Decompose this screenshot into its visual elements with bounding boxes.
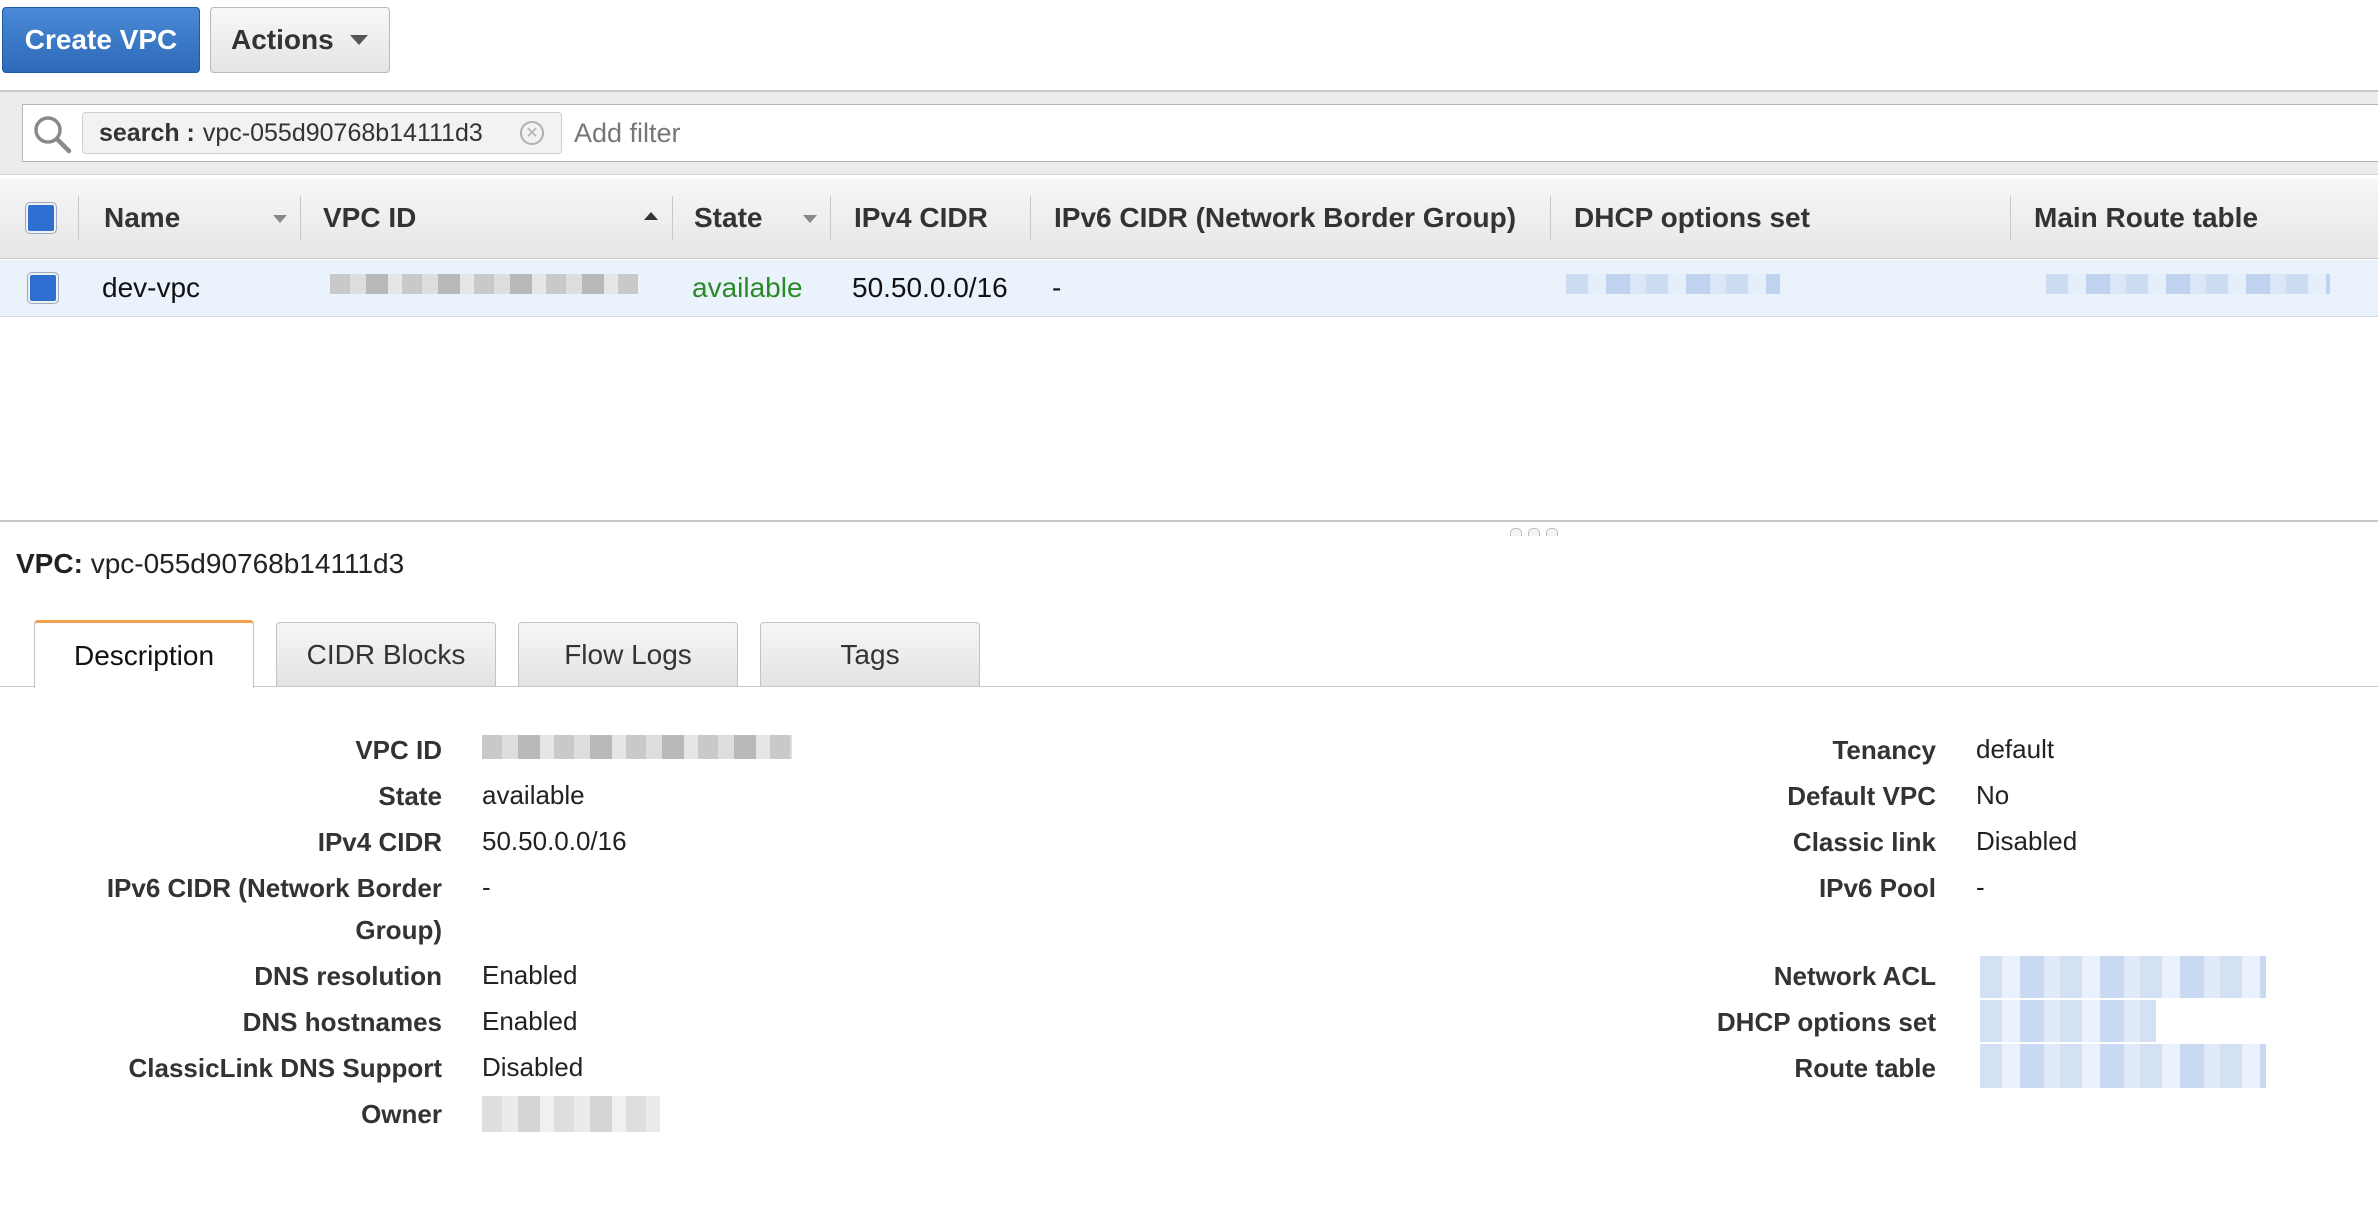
value-dhcp-options-redacted[interactable] [1980, 1000, 2156, 1042]
label-tenancy: Tenancy [1832, 735, 1936, 765]
value-ipv6-cidr: - [482, 872, 491, 902]
cell-route-table-redacted[interactable] [2046, 274, 2330, 294]
filter-chip-value: vpc-055d90768b14111d3 [202, 118, 483, 147]
column-header-state[interactable]: State [694, 178, 762, 258]
value-owner-redacted [482, 1096, 660, 1132]
create-vpc-button[interactable]: Create VPC [2, 7, 200, 73]
splitter-grip-icon[interactable] [1510, 528, 1522, 536]
tab-tags[interactable]: Tags [760, 622, 980, 686]
tab-divider [0, 686, 2378, 687]
search-icon [34, 116, 72, 154]
column-header-ipv6-cidr[interactable]: IPv6 CIDR (Network Border Group) [1054, 178, 1516, 258]
label-default-vpc: Default VPC [1787, 781, 1936, 811]
cell-state: available [692, 272, 803, 303]
actions-label: Actions [231, 24, 334, 55]
label-route-table: Route table [1794, 1053, 1936, 1083]
filter-chip[interactable]: search : vpc-055d90768b14111d3 [82, 112, 562, 154]
value-classic-link: Disabled [1976, 826, 2078, 856]
label-classic-link: Classic link [1792, 827, 1936, 857]
value-vpc-id-redacted [482, 735, 792, 759]
chevron-down-icon [349, 35, 368, 45]
value-classiclink-dns: Disabled [482, 1052, 584, 1082]
value-route-table-redacted[interactable] [1980, 1044, 2266, 1088]
column-divider [300, 196, 301, 240]
detail-title-value: vpc-055d90768b14111d3 [90, 548, 405, 579]
column-divider [672, 196, 673, 240]
clear-filter-icon[interactable]: ✕ [520, 121, 544, 145]
cell-vpc-id-redacted [330, 274, 638, 294]
label-ipv6-cidr: IPv6 CIDR (Network Border Group) [106, 873, 442, 945]
label-ipv6-pool: IPv6 Pool [1818, 873, 1936, 903]
row-checkbox[interactable] [28, 273, 58, 303]
column-divider [1550, 196, 1551, 240]
label-state: State [378, 781, 442, 811]
column-header-name[interactable]: Name [104, 178, 180, 258]
value-ipv4-cidr: 50.50.0.0/16 [482, 826, 627, 856]
pane-splitter[interactable] [0, 520, 2378, 522]
filter-chip-key: search : [99, 118, 195, 147]
tab-flow-logs[interactable]: Flow Logs [518, 622, 738, 686]
value-network-acl-redacted[interactable] [1980, 956, 2266, 998]
sort-icon[interactable] [273, 215, 287, 223]
value-ipv6-pool: - [1976, 872, 1985, 902]
label-ipv4-cidr: IPv4 CIDR [317, 827, 442, 857]
cell-ipv6-cidr: - [1052, 272, 1062, 303]
splitter-grip-icon[interactable] [1546, 528, 1558, 536]
column-header-dhcp-options[interactable]: DHCP options set [1574, 178, 1810, 258]
column-header-ipv4-cidr[interactable]: IPv4 CIDR [854, 178, 988, 258]
column-header-vpc-id[interactable]: VPC ID [323, 178, 416, 258]
splitter-grip-icon[interactable] [1528, 528, 1540, 536]
detail-title: VPC: vpc-055d90768b14111d3 [16, 546, 404, 582]
cell-dhcp-redacted[interactable] [1566, 274, 1780, 294]
cell-ipv4-cidr: 50.50.0.0/16 [852, 272, 1008, 303]
column-header-main-route-table[interactable]: Main Route table [2034, 178, 2258, 258]
value-dns-resolution: Enabled [482, 960, 578, 990]
value-default-vpc: No [1976, 780, 2010, 810]
actions-dropdown[interactable]: Actions [210, 7, 390, 73]
detail-title-label: VPC: [16, 548, 83, 579]
tab-cidr-blocks[interactable]: CIDR Blocks [276, 622, 496, 686]
label-classiclink-dns: ClassicLink DNS Support [128, 1053, 443, 1083]
column-divider [1030, 196, 1031, 240]
select-all-checkbox[interactable] [26, 203, 56, 233]
column-divider [78, 196, 79, 240]
label-network-acl: Network ACL [1773, 961, 1936, 991]
value-state: available [482, 780, 585, 810]
column-divider [2010, 196, 2011, 240]
add-filter-placeholder[interactable]: Add filter [574, 114, 681, 152]
label-dhcp-options-set: DHCP options set [1716, 1007, 1936, 1037]
value-dns-hostnames: Enabled [482, 1006, 578, 1036]
column-divider [830, 196, 831, 240]
label-dns-resolution: DNS resolution [254, 961, 442, 991]
label-vpc-id: VPC ID [355, 735, 442, 765]
tab-description[interactable]: Description [34, 620, 254, 688]
sort-icon[interactable] [803, 215, 817, 223]
label-owner: Owner [361, 1099, 442, 1129]
sort-ascending-icon[interactable] [644, 212, 658, 220]
cell-name: dev-vpc [102, 272, 201, 303]
value-tenancy: default [1976, 734, 2055, 764]
label-dns-hostnames: DNS hostnames [242, 1007, 442, 1037]
